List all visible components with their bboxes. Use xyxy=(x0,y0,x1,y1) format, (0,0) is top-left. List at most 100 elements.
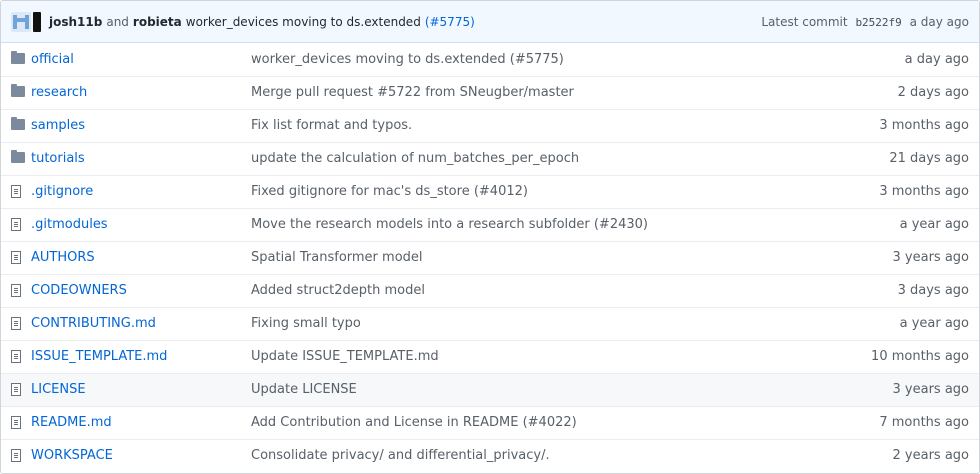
file-name-cell: tutorials xyxy=(31,141,251,175)
file-name-cell: CONTRIBUTING.md xyxy=(31,306,251,340)
file-row[interactable]: ISSUE_TEMPLATE.md Update ISSUE_TEMPLATE.m… xyxy=(1,339,979,373)
file-name-link[interactable]: AUTHORS xyxy=(31,250,95,265)
file-name-cell: WORKSPACE xyxy=(31,438,251,472)
row-icon-cell xyxy=(1,207,31,241)
file-commit-age: a year ago xyxy=(899,316,969,331)
file-name-link[interactable]: research xyxy=(31,85,87,100)
commit-sha[interactable]: b2522f9 xyxy=(855,16,901,29)
file-commit-age: 3 years ago xyxy=(892,382,969,397)
authors-and: and xyxy=(106,14,129,29)
file-commit-age: 3 months ago xyxy=(879,184,969,199)
file-commit-message[interactable]: Move the research models into a research… xyxy=(251,217,648,232)
file-commit-age: 2 years ago xyxy=(892,448,969,464)
file-commit-message[interactable]: Fix list format and typos. xyxy=(251,118,412,133)
file-row[interactable]: CONTRIBUTING.md Fixing small typo a year a… xyxy=(1,306,979,340)
file-commit-message[interactable]: Merge pull request #5722 from SNeugber/m… xyxy=(251,85,574,100)
row-icon-cell xyxy=(1,108,31,142)
row-icon-cell xyxy=(1,141,31,175)
file-icon xyxy=(11,284,21,297)
file-name-link[interactable]: WORKSPACE xyxy=(31,448,113,463)
file-commit-age: 3 days ago xyxy=(897,283,969,298)
row-icon-cell xyxy=(1,273,31,307)
folder-icon xyxy=(11,150,25,163)
file-name-link[interactable]: official xyxy=(31,52,74,67)
row-icon-cell xyxy=(1,372,31,406)
file-browser: josh11b and robieta worker_devices moving … xyxy=(0,0,980,474)
file-name-link[interactable]: README.md xyxy=(31,415,112,430)
file-name-link[interactable]: tutorials xyxy=(31,151,85,166)
file-row[interactable]: research Merge pull request #5722 from SN… xyxy=(1,75,979,109)
file-commit-message[interactable]: Update ISSUE_TEMPLATE.md xyxy=(251,349,439,364)
file-row[interactable]: official worker_devices moving to ds.exte… xyxy=(1,43,979,76)
file-commit-message[interactable]: Update LICENSE xyxy=(251,382,357,397)
file-name-cell: AUTHORS xyxy=(31,240,251,274)
file-name-link[interactable]: CODEOWNERS xyxy=(31,283,127,298)
file-commit-age: 7 months ago xyxy=(879,415,969,430)
file-row[interactable]: .gitmodules Move the research models into… xyxy=(1,207,979,241)
file-name-link[interactable]: samples xyxy=(31,118,85,133)
commit-age-cell: a year ago xyxy=(809,306,979,340)
file-name-cell: .gitignore xyxy=(31,174,251,208)
latest-commit-label: Latest commit xyxy=(761,14,848,29)
commit-message-cell: Fixed gitignore for mac's ds_store (#401… xyxy=(251,174,809,208)
commit-age-cell: 7 months ago xyxy=(809,405,979,439)
file-commit-message[interactable]: worker_devices moving to ds.extended (#5… xyxy=(251,52,564,67)
file-row[interactable]: .gitignore Fixed gitignore for mac's ds_s… xyxy=(1,174,979,208)
commit-message-cell: worker_devices moving to ds.extended (#5… xyxy=(251,43,809,76)
file-commit-age: 3 months ago xyxy=(879,118,969,133)
file-name-cell: ISSUE_TEMPLATE.md xyxy=(31,339,251,373)
file-commit-message[interactable]: Fixing small typo xyxy=(251,316,361,331)
commit-pr-link[interactable]: (#5775) xyxy=(425,15,475,29)
file-icon xyxy=(11,383,21,396)
file-name-link[interactable]: .gitignore xyxy=(31,184,93,199)
row-icon-cell xyxy=(1,339,31,373)
file-commit-message[interactable]: Consolidate privacy/ and differential_pr… xyxy=(251,448,550,463)
file-commit-message[interactable]: Fixed gitignore for mac's ds_store (#401… xyxy=(251,184,528,199)
avatar-robieta[interactable] xyxy=(33,11,41,32)
commit-age-cell: 3 days ago xyxy=(809,273,979,307)
file-row[interactable]: LICENSE Update LICENSE 3 years ago xyxy=(1,372,979,406)
commit-message-cell: Add Contribution and License in README (… xyxy=(251,405,809,439)
file-row[interactable]: AUTHORS Spatial Transformer model 3 years … xyxy=(1,240,979,274)
commit-age-cell: 10 months ago xyxy=(809,339,979,373)
file-name-cell: LICENSE xyxy=(31,372,251,406)
file-row[interactable]: README.md Add Contribution and License in… xyxy=(1,405,979,439)
author-link-robieta[interactable]: robieta xyxy=(133,15,182,29)
avatar-josh11b[interactable] xyxy=(11,11,31,32)
file-name-link[interactable]: LICENSE xyxy=(31,382,86,397)
file-name-cell: .gitmodules xyxy=(31,207,251,241)
author-avatars[interactable] xyxy=(11,11,41,32)
file-commit-message[interactable]: Added struct2depth model xyxy=(251,283,425,298)
file-commit-age: a year ago xyxy=(899,217,969,232)
file-name-link[interactable]: ISSUE_TEMPLATE.md xyxy=(31,349,167,364)
file-name-cell: research xyxy=(31,75,251,109)
commit-age-cell: 21 days ago xyxy=(809,141,979,175)
file-name-cell: CODEOWNERS xyxy=(31,273,251,307)
commit-message-cell: Consolidate privacy/ and differential_pr… xyxy=(251,438,809,472)
commit-message-cell: Merge pull request #5722 from SNeugber/m… xyxy=(251,75,809,109)
file-row[interactable]: samples Fix list format and typos. 3 month… xyxy=(1,108,979,142)
file-commit-message[interactable]: update the calculation of num_batches_pe… xyxy=(251,151,579,166)
commit-message-cell: Update LICENSE xyxy=(251,372,809,406)
file-commit-message[interactable]: Spatial Transformer model xyxy=(251,250,423,265)
file-commit-age: 10 months ago xyxy=(871,349,969,364)
file-name-link[interactable]: .gitmodules xyxy=(31,217,108,232)
commit-message[interactable]: worker_devices moving to ds.extended xyxy=(186,15,421,29)
folder-icon xyxy=(11,84,25,97)
author-link-josh11b[interactable]: josh11b xyxy=(49,15,102,29)
file-commit-message[interactable]: Add Contribution and License in README (… xyxy=(251,415,577,430)
row-icon-cell xyxy=(1,438,31,472)
file-name-link[interactable]: CONTRIBUTING.md xyxy=(31,316,156,331)
file-icon xyxy=(11,449,21,463)
file-row[interactable]: tutorials update the calculation of num_b… xyxy=(1,141,979,175)
file-row[interactable]: WORKSPACE Consolidate privacy/ and differ… xyxy=(1,438,979,472)
commit-age: a day ago xyxy=(909,14,969,29)
commit-message-cell: Spatial Transformer model xyxy=(251,240,809,274)
file-row[interactable]: CODEOWNERS Added struct2depth model 3 days… xyxy=(1,273,979,307)
file-name-cell: samples xyxy=(31,108,251,142)
commit-age-cell: 3 months ago xyxy=(809,108,979,142)
commit-age-cell: 3 months ago xyxy=(809,174,979,208)
file-commit-age: 2 days ago xyxy=(897,85,969,100)
latest-commit-bar: josh11b and robieta worker_devices moving … xyxy=(1,1,979,43)
row-icon-cell xyxy=(1,75,31,109)
